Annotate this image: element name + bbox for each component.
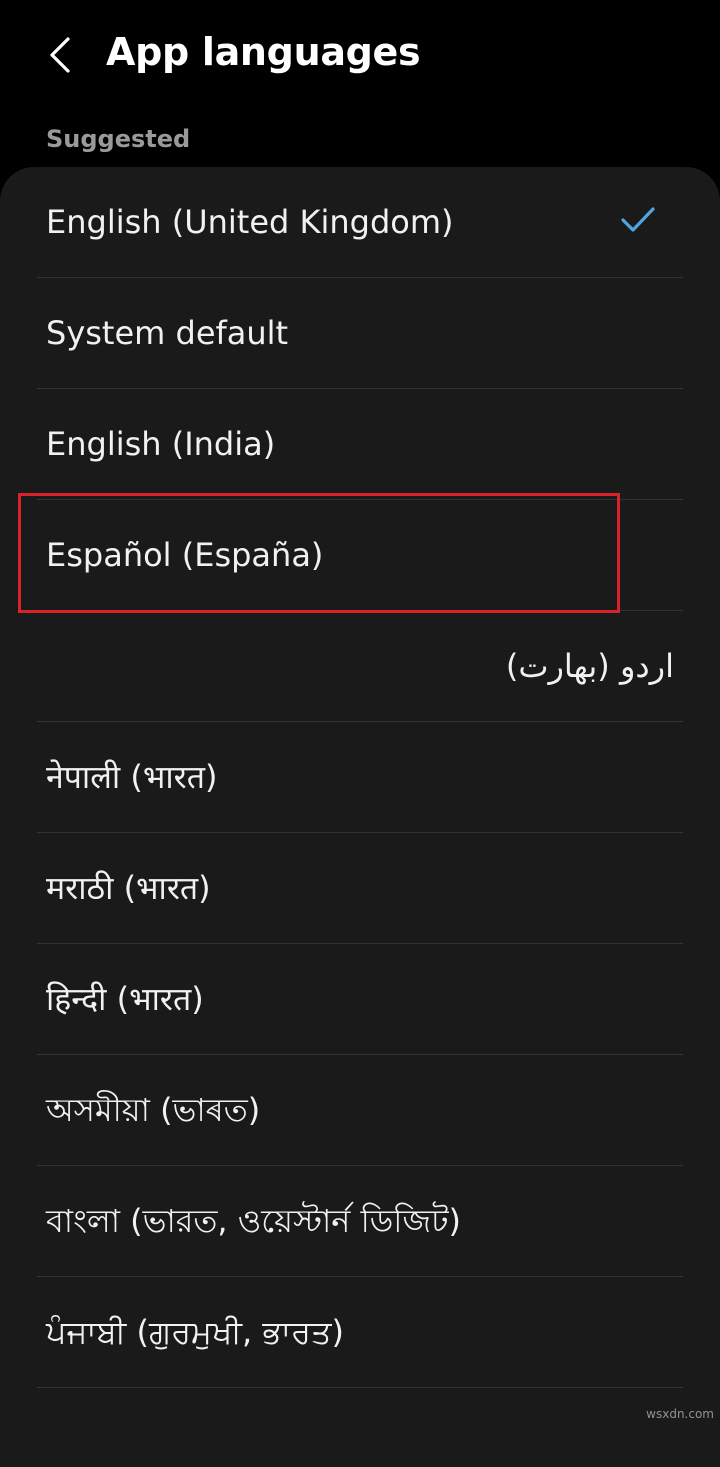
language-list: English (United Kingdom) System default … [0,167,720,1388]
language-item-english-uk[interactable]: English (United Kingdom) [0,167,720,278]
language-label: English (India) [46,425,276,463]
divider [37,1387,683,1388]
language-label: System default [46,314,289,352]
language-item-espanol-espana[interactable]: Español (España) [0,500,720,611]
language-item-assamese-india[interactable]: অসমীয়া (ভাৰত) [0,1055,720,1166]
page-title: App languages [106,30,421,74]
language-label: हिन्दी (भारत) [46,980,204,1018]
language-item-nepali-india[interactable]: नेपाली (भारत) [0,722,720,833]
language-label: English (United Kingdom) [46,203,454,241]
language-label: ਪੰਜਾਬੀ (ਗੁਰਮੁਖੀ, ਭਾਰਤ) [46,1313,344,1351]
language-label: অসমীয়া (ভাৰত) [46,1091,261,1129]
language-item-hindi-india[interactable]: हिन्दी (भारत) [0,944,720,1055]
checkmark-icon [621,207,655,232]
language-label: मराठी (भारत) [46,869,211,907]
language-item-english-india[interactable]: English (India) [0,389,720,500]
language-item-marathi-india[interactable]: मराठी (भारत) [0,833,720,944]
language-label: Español (España) [46,536,324,574]
language-item-punjabi-india[interactable]: ਪੰਜਾਬੀ (ਗੁਰਮੁਖੀ, ਭਾਰਤ) [0,1277,720,1388]
language-label: বাংলা (ভারত, ওয়েস্টার্ন ডিজিট) [46,1202,461,1240]
language-item-urdu-india[interactable]: اردو (بھارت) [0,611,720,722]
language-item-system-default[interactable]: System default [0,278,720,389]
section-label-suggested: Suggested [46,125,191,153]
app-bar: App languages [0,0,720,115]
watermark: wsxdn.com [646,1407,714,1421]
language-label: اردو (بھارت) [505,647,674,685]
back-button[interactable] [30,22,90,88]
chevron-left-icon [50,37,70,73]
language-label: नेपाली (भारत) [46,758,218,796]
language-list-card: English (United Kingdom) System default … [0,167,720,1467]
language-item-bangla-india[interactable]: বাংলা (ভারত, ওয়েস্টার্ন ডিজিট) [0,1166,720,1277]
